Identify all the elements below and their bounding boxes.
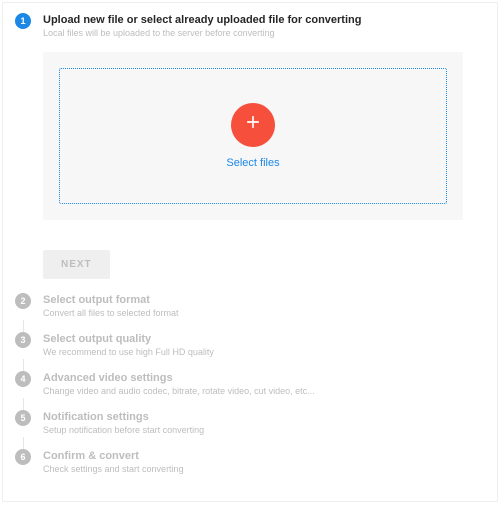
step-1-title: Upload new file or select already upload…: [43, 13, 485, 27]
step-1-body: Upload new file or select already upload…: [43, 13, 485, 40]
connector-2-3: [23, 320, 24, 332]
step-2-title: Select output format: [43, 293, 485, 307]
step-1-content: Select files NEXT: [43, 52, 485, 279]
dropzone[interactable]: Select files: [59, 68, 447, 204]
connector-5-6: [23, 437, 24, 449]
step-4-title: Advanced video settings: [43, 371, 485, 385]
step-5-title: Notification settings: [43, 410, 485, 424]
step-1: 1 Upload new file or select already uplo…: [15, 13, 485, 40]
next-button[interactable]: NEXT: [43, 250, 110, 279]
step-3-subtitle: We recommend to use high Full HD quality: [43, 347, 485, 359]
step-2-body: Select output format Convert all files t…: [43, 293, 485, 320]
step-4-subtitle: Change video and audio codec, bitrate, r…: [43, 386, 485, 398]
step-badge-5: 5: [15, 410, 31, 426]
step-badge-6: 6: [15, 449, 31, 465]
step-3-body: Select output quality We recommend to us…: [43, 332, 485, 359]
step-badge-2: 2: [15, 293, 31, 309]
wizard-container: 1 Upload new file or select already uplo…: [2, 2, 498, 502]
connector-4-5: [23, 398, 24, 410]
next-row: NEXT: [43, 250, 485, 279]
step-6-title: Confirm & convert: [43, 449, 485, 463]
upload-panel: Select files: [43, 52, 463, 220]
step-1-subtitle: Local files will be uploaded to the serv…: [43, 28, 485, 40]
step-6-subtitle: Check settings and start converting: [43, 464, 485, 476]
step-badge-4: 4: [15, 371, 31, 387]
plus-icon: [244, 113, 262, 136]
select-files-label[interactable]: Select files: [226, 157, 279, 169]
step-3[interactable]: 3 Select output quality We recommend to …: [15, 332, 485, 359]
add-file-button[interactable]: [231, 103, 275, 147]
connector-3-4: [23, 359, 24, 371]
step-6[interactable]: 6 Confirm & convert Check settings and s…: [15, 449, 485, 476]
step-badge-3: 3: [15, 332, 31, 348]
step-badge-1: 1: [15, 13, 31, 29]
step-5-body: Notification settings Setup notification…: [43, 410, 485, 437]
step-5-subtitle: Setup notification before start converti…: [43, 425, 485, 437]
step-3-title: Select output quality: [43, 332, 485, 346]
step-2-subtitle: Convert all files to selected format: [43, 308, 485, 320]
step-4[interactable]: 4 Advanced video settings Change video a…: [15, 371, 485, 398]
step-2[interactable]: 2 Select output format Convert all files…: [15, 293, 485, 320]
step-4-body: Advanced video settings Change video and…: [43, 371, 485, 398]
step-6-body: Confirm & convert Check settings and sta…: [43, 449, 485, 476]
step-5[interactable]: 5 Notification settings Setup notificati…: [15, 410, 485, 437]
